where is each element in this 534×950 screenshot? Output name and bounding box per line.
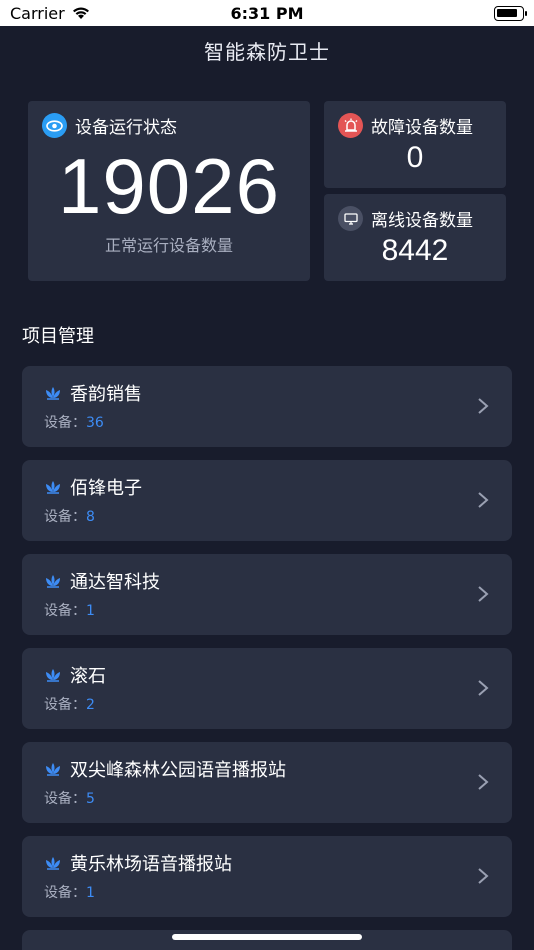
lotus-icon [46, 763, 60, 776]
home-indicator[interactable] [172, 934, 362, 940]
offline-device-card[interactable]: 离线设备数量 8442 [324, 194, 506, 281]
project-name: 通达智科技 [70, 572, 160, 593]
project-name-row: 黄乐林场语音播报站 [44, 850, 232, 876]
status-bar: Carrier 6:31 PM [0, 0, 534, 26]
offline-device-header: 离线设备数量 [338, 206, 473, 231]
device-count: 2 [86, 697, 95, 713]
device-label: 设备： [44, 603, 86, 619]
project-device-meta: 设备：1 [44, 600, 95, 620]
page-title: 智能森防卫士 [204, 40, 330, 64]
project-item[interactable]: 双尖峰森林公园语音播报站 设备：5 [22, 742, 512, 823]
chevron-right-icon [478, 398, 489, 414]
normal-device-count: 19026 [58, 142, 280, 230]
fault-device-header: 故障设备数量 [338, 113, 473, 138]
device-status-header: 设备运行状态 [42, 113, 177, 138]
project-device-meta: 设备：8 [44, 506, 95, 526]
lotus-icon [46, 669, 60, 682]
project-name: 双尖峰森林公园语音播报站 [70, 760, 286, 781]
project-name: 佰锋电子 [70, 478, 142, 499]
status-left: Carrier [10, 4, 91, 23]
lotus-icon [46, 481, 60, 494]
device-status-card[interactable]: 设备运行状态 19026 正常运行设备数量 [28, 101, 310, 281]
project-item[interactable]: 香韵销售 设备：36 [22, 366, 512, 447]
project-name-row: 香韵销售 [44, 380, 142, 406]
chevron-right-icon [478, 586, 489, 602]
project-device-meta: 设备：36 [44, 412, 104, 432]
offline-device-label: 离线设备数量 [371, 211, 473, 231]
device-status-label: 设备运行状态 [75, 118, 177, 138]
wifi-icon [72, 7, 89, 19]
project-item[interactable]: 佰锋电子 设备：8 [22, 460, 512, 541]
fault-device-count: 0 [406, 141, 424, 174]
chevron-right-icon [478, 868, 489, 884]
project-device-meta: 设备：5 [44, 788, 95, 808]
project-name: 香韵销售 [70, 384, 142, 405]
offline-device-count: 8442 [381, 234, 449, 267]
chevron-right-icon [478, 774, 489, 790]
device-label: 设备： [44, 885, 86, 901]
project-device-meta: 设备：2 [44, 694, 95, 714]
normal-device-caption: 正常运行设备数量 [104, 236, 233, 255]
project-device-meta: 设备：1 [44, 882, 95, 902]
fault-device-label: 故障设备数量 [371, 118, 473, 138]
project-name-row: 通达智科技 [44, 568, 160, 594]
chevron-right-icon [478, 492, 489, 508]
device-count: 8 [86, 509, 95, 525]
device-label: 设备： [44, 791, 86, 807]
project-name-row: 佰锋电子 [44, 474, 142, 500]
device-count: 1 [86, 603, 95, 619]
carrier-label: Carrier [10, 3, 65, 23]
project-item-partial[interactable] [22, 930, 512, 950]
offline-monitor-icon [338, 206, 363, 231]
eye-icon [42, 113, 67, 138]
device-count: 1 [86, 885, 95, 901]
lotus-icon [46, 857, 60, 870]
project-name-row: 双尖峰森林公园语音播报站 [44, 756, 286, 782]
device-count: 36 [86, 415, 104, 431]
chevron-right-icon [478, 680, 489, 696]
project-item[interactable]: 通达智科技 设备：1 [22, 554, 512, 635]
project-name-row: 滚石 [44, 662, 106, 688]
project-item[interactable]: 滚石 设备：2 [22, 648, 512, 729]
lotus-icon [46, 575, 60, 588]
alarm-icon [338, 113, 363, 138]
lotus-icon [46, 387, 60, 400]
device-label: 设备： [44, 697, 86, 713]
device-label: 设备： [44, 415, 86, 431]
device-label: 设备： [44, 509, 86, 525]
battery-icon [494, 5, 527, 21]
project-item[interactable]: 黄乐林场语音播报站 设备：1 [22, 836, 512, 917]
project-name: 黄乐林场语音播报站 [70, 854, 232, 875]
fault-device-card[interactable]: 故障设备数量 0 [324, 101, 506, 188]
device-count: 5 [86, 791, 95, 807]
project-management-title: 项目管理 [22, 326, 94, 347]
project-name: 滚石 [70, 666, 106, 687]
